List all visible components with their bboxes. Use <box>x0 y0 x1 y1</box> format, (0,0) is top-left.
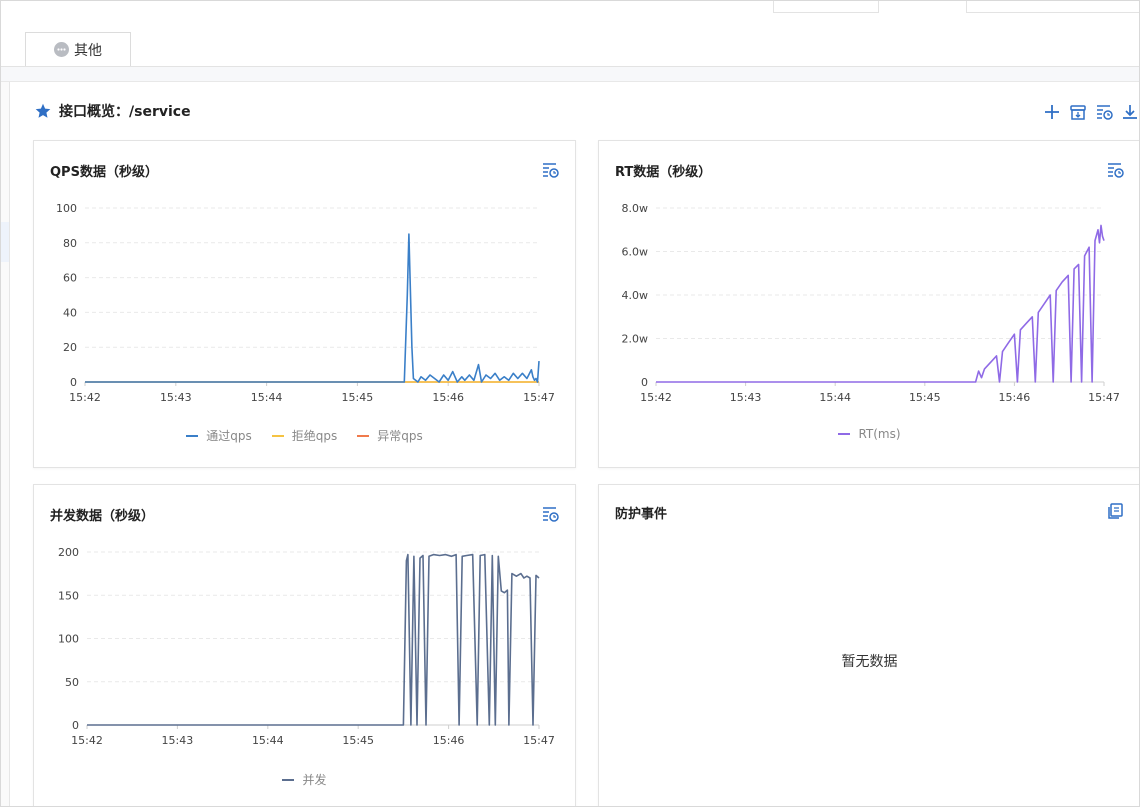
x-tick-label: 15:46 <box>433 734 465 747</box>
y-tick-label: 60 <box>63 272 77 285</box>
events-empty-text: 暂无数据 <box>841 654 898 670</box>
x-tick-label: 15:47 <box>523 391 555 404</box>
series-line <box>87 553 540 726</box>
document-list-icon[interactable] <box>1106 502 1124 520</box>
y-tick-label: 4.0w <box>622 289 649 302</box>
x-tick-label: 15:44 <box>251 391 283 404</box>
y-tick-label: 0 <box>641 376 648 389</box>
left-sidebar <box>1 82 10 806</box>
legend-label: 并发 <box>302 773 327 787</box>
x-tick-label: 15:46 <box>999 391 1031 404</box>
toolbar-strip <box>1 67 1139 82</box>
tab-bar: 其他 <box>1 32 1139 67</box>
x-tick-label: 15:42 <box>71 734 103 747</box>
y-tick-label: 50 <box>65 676 79 689</box>
y-tick-label: 0 <box>72 719 79 732</box>
legend-swatch <box>271 434 284 437</box>
x-tick-label: 15:42 <box>69 391 101 404</box>
series-line <box>85 233 540 383</box>
app-frame: 其他 接口概览：/service QPS数据（秒级） 0 20 40 60 80 100 1… <box>0 0 1140 807</box>
x-tick-label: 15:43 <box>730 391 762 404</box>
legend-swatch <box>838 433 851 435</box>
sidebar-active-item[interactable] <box>1 222 9 262</box>
legend-swatch <box>282 778 295 781</box>
y-tick-label: 100 <box>56 202 77 215</box>
legend-swatch <box>357 434 370 437</box>
x-tick-label: 15:45 <box>909 391 941 404</box>
x-tick-label: 15:47 <box>523 734 555 747</box>
x-tick-label: 15:47 <box>1088 391 1120 404</box>
legend-item-rt[interactable]: RT(ms) <box>838 427 901 441</box>
y-tick-label: 150 <box>58 589 79 602</box>
legend-item-pass[interactable]: 通过qps <box>186 427 252 444</box>
x-tick-label: 15:46 <box>432 391 464 404</box>
legend-label: RT(ms) <box>858 427 901 441</box>
events-card-title: 防护事件 <box>615 507 668 522</box>
y-tick-label: 6.0w <box>622 246 649 259</box>
rt-legend: RT(ms) <box>599 427 1139 441</box>
tab-other[interactable]: 其他 <box>25 32 131 66</box>
tab-other-label: 其他 <box>74 42 102 59</box>
legend-item-error[interactable]: 异常qps <box>357 427 423 444</box>
x-tick-label: 15:45 <box>342 734 374 747</box>
legend-item-reject[interactable]: 拒绝qps <box>271 427 338 444</box>
legend-item-concurrency[interactable]: 并发 <box>282 771 327 788</box>
legend-label: 异常qps <box>377 429 423 443</box>
legend-label: 拒绝qps <box>291 429 338 443</box>
rt-card: RT数据（秒级） 0 2.0w 4.0w 6.0w 8.0w 15:42 15:43 15:4… <box>598 140 1139 468</box>
x-tick-label: 15:42 <box>640 391 672 404</box>
download-icon[interactable] <box>1121 103 1139 121</box>
concurrency-card: 并发数据（秒级） 0 50 100 150 200 15:42 15:43 15:44 15:4… <box>33 484 576 806</box>
concurrency-chart: 0 50 100 150 200 15:42 15:43 15:44 15:45 15:46 15:… <box>58 546 555 747</box>
rt-chart: 0 2.0w 4.0w 6.0w 8.0w 15:42 15:43 15:44 15:45 15:… <box>622 202 1120 404</box>
y-tick-label: 100 <box>58 633 79 646</box>
y-tick-label: 2.0w <box>622 333 649 346</box>
plus-icon[interactable] <box>1043 103 1061 121</box>
series-line <box>656 224 1105 383</box>
top-tab[interactable] <box>773 1 879 13</box>
y-tick-label: 0 <box>70 376 77 389</box>
archive-download-icon[interactable] <box>1069 103 1087 121</box>
list-clock-icon[interactable] <box>1095 103 1113 121</box>
y-tick-label: 40 <box>63 306 77 319</box>
concurrency-legend: 并发 <box>34 771 575 788</box>
star-icon[interactable] <box>35 103 51 119</box>
qps-chart: 0 20 40 60 80 100 15:42 15:43 15:44 15:45 15:46 15:… <box>56 202 555 404</box>
events-card: 防护事件 暂无数据 <box>598 484 1139 806</box>
x-tick-label: 15:45 <box>342 391 374 404</box>
more-dots-icon <box>54 42 69 57</box>
page-header: 接口概览：/service <box>35 99 191 123</box>
legend-label: 通过qps <box>206 429 252 443</box>
qps-legend: 通过qps 拒绝qps 异常qps <box>34 427 575 444</box>
y-tick-label: 20 <box>63 341 77 354</box>
top-tab[interactable] <box>966 1 1139 13</box>
page-title: 接口概览：/service <box>59 104 191 120</box>
y-tick-label: 200 <box>58 546 79 559</box>
qps-card: QPS数据（秒级） 0 20 40 60 80 100 15:42 15:43 15:44 15:… <box>33 140 576 468</box>
y-tick-label: 80 <box>63 237 77 250</box>
y-tick-label: 8.0w <box>622 202 649 215</box>
header-toolbar <box>1043 103 1139 121</box>
x-tick-label: 15:43 <box>162 734 194 747</box>
x-tick-label: 15:44 <box>819 391 851 404</box>
legend-swatch <box>186 434 199 437</box>
x-tick-label: 15:43 <box>160 391 192 404</box>
x-tick-label: 15:44 <box>252 734 284 747</box>
